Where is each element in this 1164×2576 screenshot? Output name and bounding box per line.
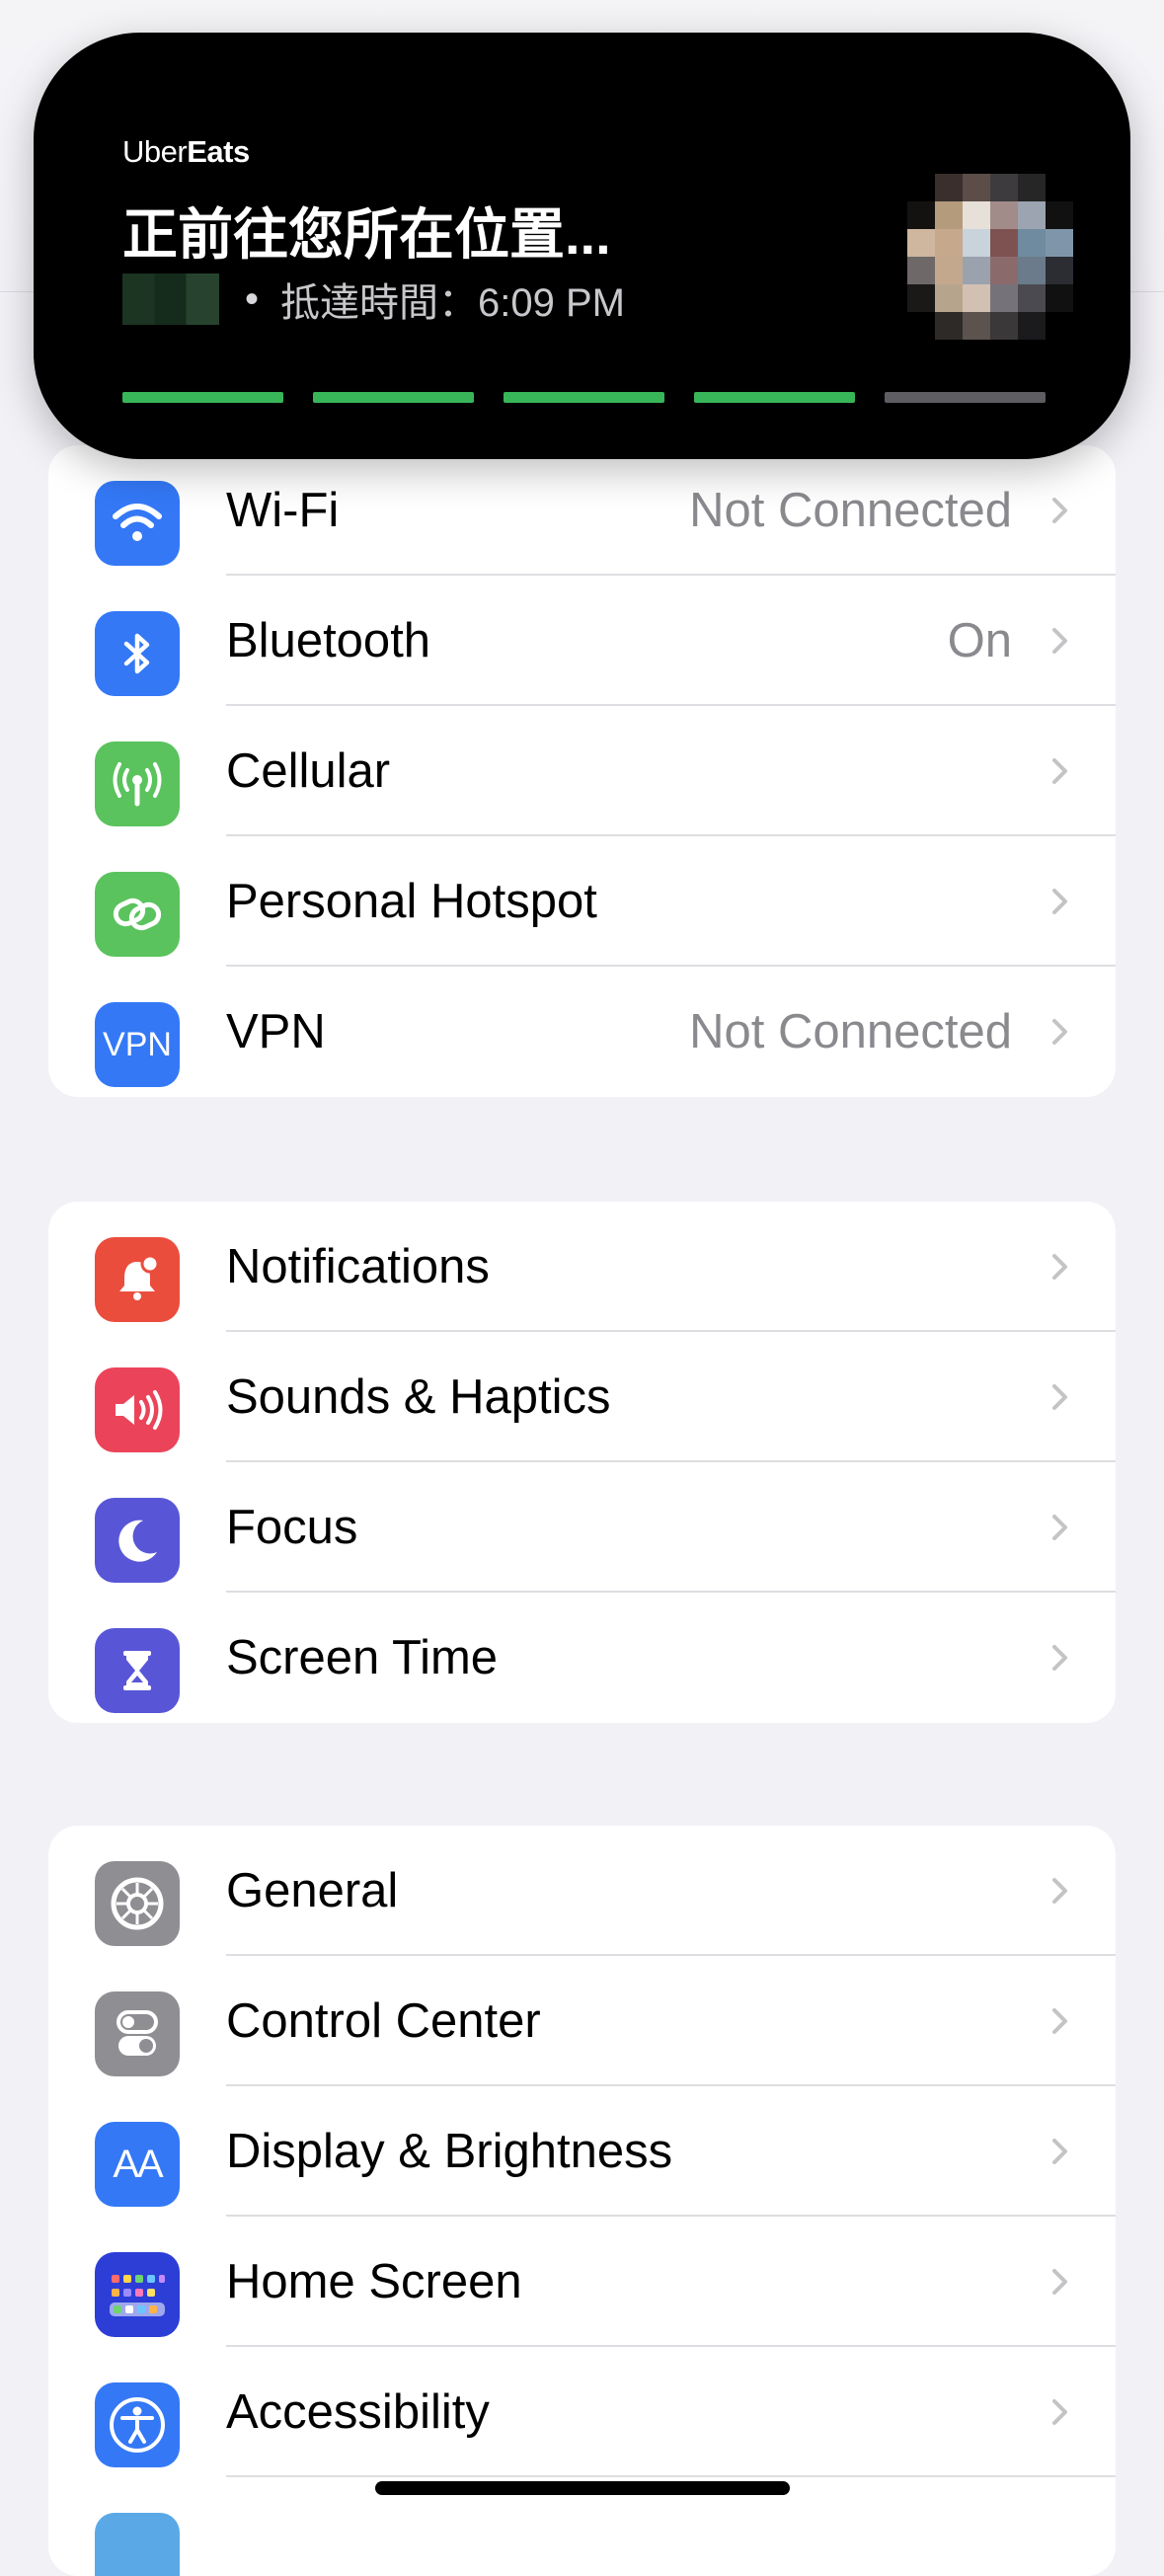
settings-row-personal-hotspot[interactable]: Personal Hotspot	[48, 836, 1116, 967]
row-value: Not Connected	[689, 484, 1012, 537]
progress-segment	[313, 392, 474, 403]
chevron-right-icon	[1052, 1645, 1067, 1671]
settings-row-notifications[interactable]: Notifications	[48, 1202, 1116, 1332]
chevron-right-icon	[1052, 2008, 1067, 2034]
wifi-icon	[95, 481, 180, 566]
vpn-icon-text: VPN	[103, 1025, 172, 1063]
chevron-right-icon	[1052, 2139, 1067, 2164]
row-label: Screen Time	[226, 1631, 499, 1684]
settings-row-cellular[interactable]: Cellular	[48, 706, 1116, 836]
chevron-right-icon	[1052, 1254, 1067, 1280]
settings-row-general[interactable]: General	[48, 1826, 1116, 1956]
chevron-right-icon	[1052, 889, 1067, 914]
app-name: UberEats	[122, 134, 250, 169]
chevron-right-icon	[1052, 1019, 1067, 1045]
settings-row-home-screen[interactable]: Home Screen	[48, 2217, 1116, 2347]
text-size-icon: AA	[95, 2122, 180, 2207]
vpn-icon: VPN	[95, 1002, 180, 1087]
row-label: Sounds & Haptics	[226, 1370, 611, 1424]
settings-row-display-brightness[interactable]: AA Display & Brightness	[48, 2086, 1116, 2217]
progress-segment	[504, 392, 664, 403]
delivery-progress	[122, 392, 1046, 403]
live-activity-banner[interactable]: UberEats 正前往您所在位置... • 抵達時間：6:09 PM	[34, 33, 1130, 459]
text-size-icon-text: AA	[113, 2142, 163, 2186]
chevron-right-icon	[1052, 498, 1067, 523]
bluetooth-icon	[95, 611, 180, 696]
row-label: Home Screen	[226, 2255, 522, 2308]
row-label: Display & Brightness	[226, 2125, 673, 2178]
chevron-right-icon	[1052, 628, 1067, 654]
row-label: Accessibility	[226, 2385, 490, 2439]
chevron-right-icon	[1052, 2399, 1067, 2425]
settings-row-wifi[interactable]: Wi-Fi Not Connected	[48, 445, 1116, 576]
settings-row-control-center[interactable]: Control Center	[48, 1956, 1116, 2086]
row-label: Cellular	[226, 744, 391, 798]
progress-segment	[122, 392, 283, 403]
row-label: Control Center	[226, 1994, 541, 2048]
row-label: VPN	[226, 1005, 326, 1058]
row-label: Personal Hotspot	[226, 875, 597, 928]
settings-row-sounds-haptics[interactable]: Sounds & Haptics	[48, 1332, 1116, 1462]
bell-icon	[95, 1237, 180, 1322]
row-value: On	[947, 614, 1012, 667]
row-label: Wi-Fi	[226, 484, 340, 537]
redacted-image	[122, 273, 219, 325]
chevron-right-icon	[1052, 758, 1067, 784]
gear-icon	[95, 1861, 180, 1946]
settings-row-bluetooth[interactable]: Bluetooth On	[48, 576, 1116, 706]
home-grid-icon	[95, 2252, 180, 2337]
settings-group-notifications: Notifications Sounds & Haptics Focus Scr…	[48, 1202, 1116, 1723]
row-label: Bluetooth	[226, 614, 431, 667]
bullet: •	[245, 276, 260, 321]
courier-avatar	[907, 174, 1073, 340]
chevron-right-icon	[1052, 1878, 1067, 1904]
chevron-right-icon	[1052, 1384, 1067, 1410]
toggles-icon	[95, 1991, 180, 2076]
antenna-icon	[95, 742, 180, 826]
wallpaper-icon	[95, 2513, 180, 2576]
hotspot-link-icon	[95, 872, 180, 957]
row-label: Focus	[226, 1501, 358, 1554]
row-value: Not Connected	[689, 1005, 1012, 1058]
row-label: General	[226, 1864, 399, 1917]
progress-segment	[694, 392, 855, 403]
row-label: Notifications	[226, 1240, 490, 1293]
speaker-icon	[95, 1367, 180, 1452]
chevron-right-icon	[1052, 2269, 1067, 2295]
moon-icon	[95, 1498, 180, 1583]
accessibility-icon	[95, 2382, 180, 2467]
activity-headline: 正前往您所在位置...	[122, 203, 611, 266]
settings-row-screen-time[interactable]: Screen Time	[48, 1593, 1116, 1723]
hourglass-icon	[95, 1628, 180, 1713]
home-indicator[interactable]	[375, 2481, 790, 2495]
settings-group-general: General Control Center AA Display & Brig…	[48, 1826, 1116, 2576]
settings-row-focus[interactable]: Focus	[48, 1462, 1116, 1593]
arrival-time: 抵達時間：6:09 PM	[280, 281, 625, 325]
activity-subline: • 抵達時間：6:09 PM	[122, 270, 625, 329]
settings-group-connectivity: Wi-Fi Not Connected Bluetooth On Cellula…	[48, 445, 1116, 1097]
settings-row-accessibility[interactable]: Accessibility	[48, 2347, 1116, 2477]
progress-segment	[885, 392, 1046, 403]
chevron-right-icon	[1052, 1515, 1067, 1540]
settings-row-vpn[interactable]: VPN VPN Not Connected	[48, 967, 1116, 1097]
